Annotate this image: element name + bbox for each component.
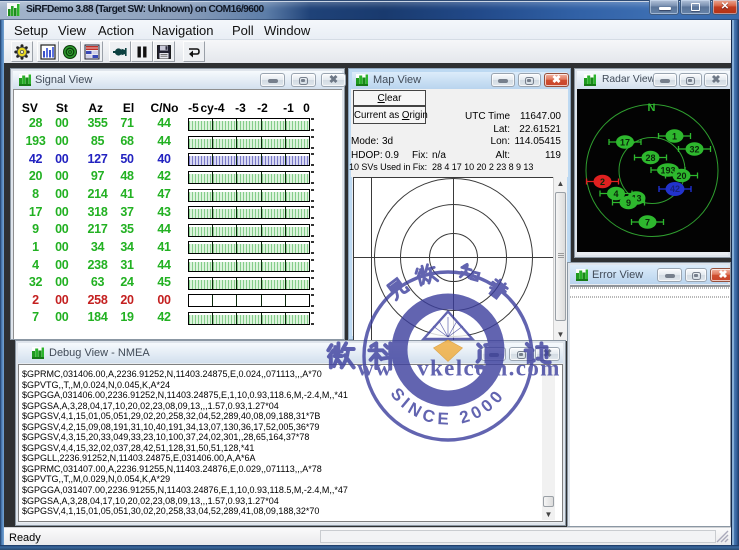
svg-text:4: 4 bbox=[613, 189, 618, 199]
svg-text:2: 2 bbox=[600, 177, 605, 187]
svg-text:N: N bbox=[648, 102, 656, 114]
svg-text:7: 7 bbox=[645, 217, 650, 227]
svg-text:28: 28 bbox=[645, 153, 655, 163]
svg-text:32: 32 bbox=[689, 144, 699, 154]
svg-text:9: 9 bbox=[626, 198, 631, 208]
svg-text:17: 17 bbox=[620, 137, 630, 147]
svg-text:42: 42 bbox=[670, 184, 680, 194]
svg-text:20: 20 bbox=[676, 171, 686, 181]
svg-text:1: 1 bbox=[672, 131, 677, 141]
